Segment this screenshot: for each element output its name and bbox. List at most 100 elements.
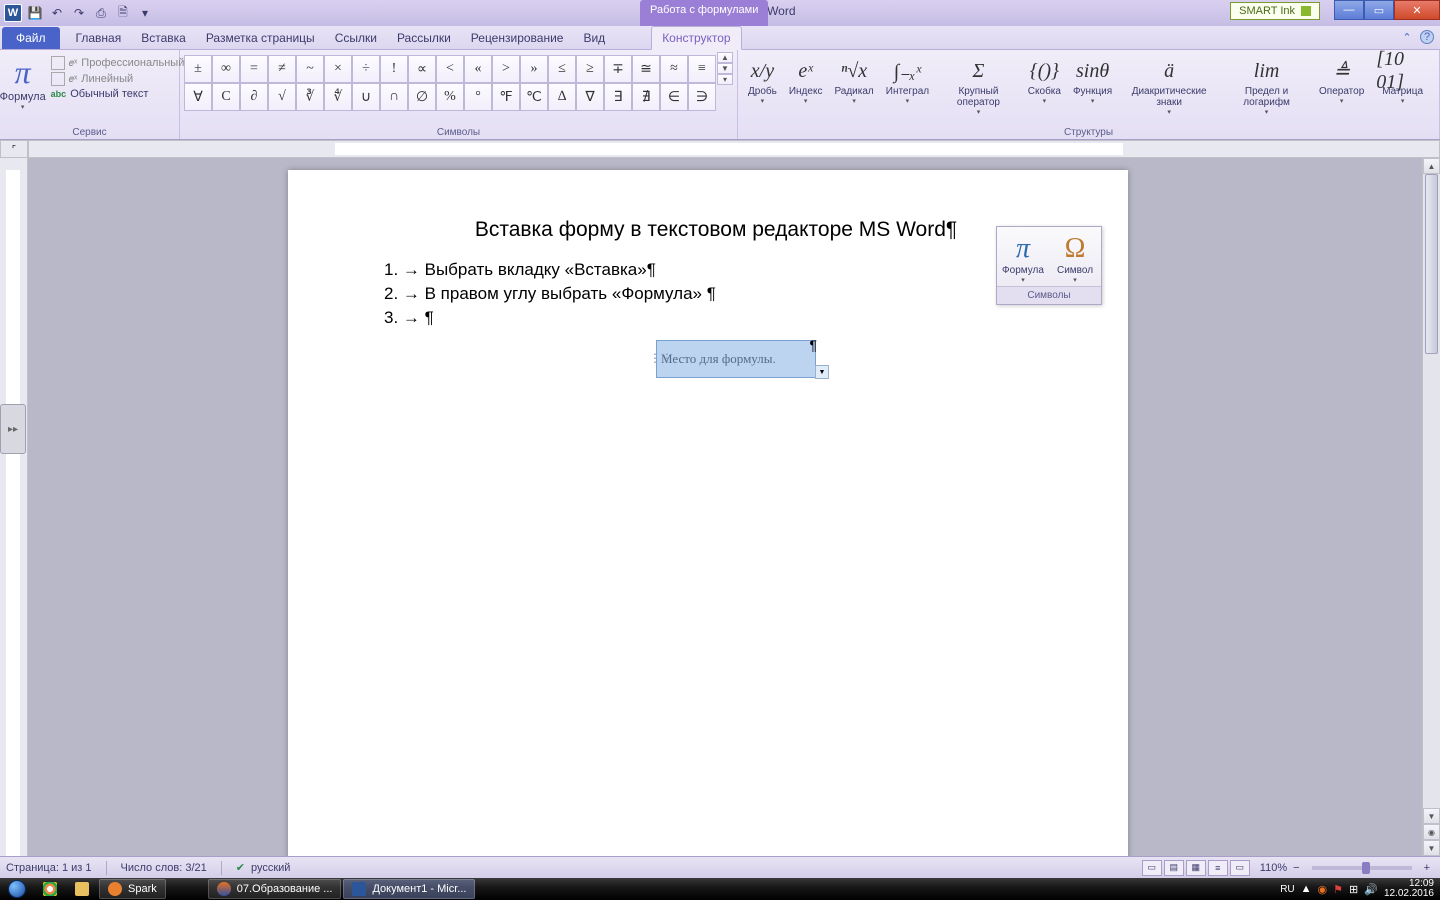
- tray-lang[interactable]: RU: [1280, 884, 1294, 895]
- redo-icon[interactable]: ↷: [70, 4, 88, 22]
- zoom-value[interactable]: 110%: [1260, 862, 1287, 874]
- symbol-cell[interactable]: ≈: [660, 55, 688, 83]
- symbol-cell[interactable]: ≥: [576, 55, 604, 83]
- structure-Матрица[interactable]: [10 01]Матрица▾: [1370, 54, 1435, 118]
- tab-mailings[interactable]: Рассылки: [387, 27, 461, 49]
- symbol-cell[interactable]: ∝: [408, 55, 436, 83]
- word-icon[interactable]: W: [4, 4, 22, 22]
- tray-flame-icon[interactable]: ◉: [1318, 883, 1328, 896]
- view-outline[interactable]: ≡: [1208, 860, 1228, 876]
- tab-insert[interactable]: Вставка: [131, 27, 196, 49]
- taskbar-explorer[interactable]: [67, 879, 97, 899]
- symbol-cell[interactable]: ≤: [548, 55, 576, 83]
- prev-page-icon[interactable]: ◉: [1423, 824, 1440, 840]
- symbol-cell[interactable]: ≠: [268, 55, 296, 83]
- tab-references[interactable]: Ссылки: [325, 27, 387, 49]
- structure-Предел и[interactable]: limПредел и логарифм▾: [1220, 54, 1313, 118]
- next-page-icon[interactable]: ▼: [1423, 840, 1440, 856]
- tray-network-icon[interactable]: ⊞: [1349, 883, 1358, 896]
- taskbar-chrome[interactable]: [35, 879, 65, 899]
- tab-design[interactable]: Конструктор: [651, 26, 741, 50]
- formula-button[interactable]: π Формула ▾: [0, 52, 51, 111]
- float-formula-button[interactable]: π Формула ▾: [997, 227, 1049, 286]
- symbol-cell[interactable]: ∀: [184, 83, 212, 111]
- symbol-cell[interactable]: ∞: [212, 55, 240, 83]
- symbol-cell[interactable]: =: [240, 55, 268, 83]
- tab-home[interactable]: Главная: [66, 27, 132, 49]
- symbol-cell[interactable]: ∋: [688, 83, 716, 111]
- minimize-ribbon-icon[interactable]: ⌃: [1400, 30, 1414, 44]
- symbol-cell[interactable]: С: [212, 83, 240, 111]
- view-full-screen[interactable]: ▤: [1164, 860, 1184, 876]
- symbol-cell[interactable]: ×: [324, 55, 352, 83]
- structure-Скобка[interactable]: {()}Скобка▾: [1022, 54, 1067, 118]
- start-button[interactable]: [0, 878, 34, 900]
- symbol-cell[interactable]: ∪: [352, 83, 380, 111]
- symbol-cell[interactable]: ≡: [688, 55, 716, 83]
- scroll-thumb[interactable]: [1425, 174, 1438, 354]
- tab-view[interactable]: Вид: [573, 27, 615, 49]
- symbol-cell[interactable]: °: [464, 83, 492, 111]
- smart-ink-badge[interactable]: SMART Ink: [1230, 2, 1320, 20]
- tray-clock[interactable]: 12:09 12.02.2016: [1384, 879, 1438, 899]
- equation-grip-icon[interactable]: ⋮⋮: [649, 351, 673, 365]
- symbol-cell[interactable]: ≅: [632, 55, 660, 83]
- symbols-scroll-up[interactable]: ▲: [717, 52, 733, 63]
- tray-up-icon[interactable]: ▲: [1301, 883, 1312, 895]
- structure-Диакритические[interactable]: äДиакритические знаки▾: [1118, 54, 1220, 118]
- zoom-in-button[interactable]: +: [1420, 862, 1434, 874]
- symbol-cell[interactable]: √: [268, 83, 296, 111]
- opt-professional[interactable]: 𝑒ˣПрофессиональный: [51, 56, 185, 70]
- symbol-cell[interactable]: »: [520, 55, 548, 83]
- scroll-down-icon[interactable]: ▼: [1423, 808, 1440, 824]
- file-tab[interactable]: Файл: [2, 27, 60, 49]
- undo-icon[interactable]: ↶: [48, 4, 66, 22]
- nav-expand-icon[interactable]: ▸▸: [0, 404, 26, 454]
- symbol-cell[interactable]: <: [436, 55, 464, 83]
- qat-extra2-icon[interactable]: 🗎: [114, 4, 132, 22]
- symbol-cell[interactable]: ÷: [352, 55, 380, 83]
- symbol-cell[interactable]: ∃: [604, 83, 632, 111]
- equation-placeholder[interactable]: ⋮⋮ Место для формулы. ¶ ▼: [656, 340, 816, 378]
- structure-Оператор[interactable]: ≜Оператор▾: [1313, 54, 1370, 118]
- document-viewport[interactable]: Вставка форму в текстовом редакторе MS W…: [28, 158, 1422, 856]
- opt-plain-text[interactable]: abcОбычный текст: [51, 88, 185, 100]
- qat-dropdown-icon[interactable]: ▾: [136, 4, 154, 22]
- close-button[interactable]: ✕: [1394, 0, 1440, 20]
- qat-extra-icon[interactable]: ⎙: [92, 4, 110, 22]
- zoom-out-button[interactable]: −: [1289, 862, 1303, 874]
- symbol-cell[interactable]: ∆: [548, 83, 576, 111]
- symbol-cell[interactable]: %: [436, 83, 464, 111]
- symbol-cell[interactable]: >: [492, 55, 520, 83]
- float-symbol-button[interactable]: Ω Символ ▾: [1049, 227, 1101, 286]
- maximize-button[interactable]: ▭: [1364, 0, 1394, 20]
- ruler-corner[interactable]: ⌜: [0, 140, 28, 158]
- vertical-scrollbar[interactable]: ▲ ▼ ◉ ▼: [1422, 158, 1440, 856]
- structure-Индекс[interactable]: eˣИндекс▾: [783, 54, 829, 118]
- symbol-cell[interactable]: «: [464, 55, 492, 83]
- symbol-cell[interactable]: ∂: [240, 83, 268, 111]
- view-print-layout[interactable]: ▭: [1142, 860, 1162, 876]
- view-web-layout[interactable]: ▦: [1186, 860, 1206, 876]
- structure-Крупный[interactable]: ΣКрупный оператор▾: [935, 54, 1022, 118]
- symbol-cell[interactable]: ∄: [632, 83, 660, 111]
- symbol-cell[interactable]: !: [380, 55, 408, 83]
- equation-options-dropdown[interactable]: ▼: [815, 365, 829, 379]
- symbol-cell[interactable]: ∜: [324, 83, 352, 111]
- taskbar-firefox[interactable]: 07.Образование ...: [208, 879, 342, 899]
- tray-volume-icon[interactable]: 🔊: [1364, 883, 1378, 896]
- tab-review[interactable]: Рецензирование: [461, 27, 574, 49]
- scroll-up-icon[interactable]: ▲: [1423, 158, 1440, 174]
- view-draft[interactable]: ▭: [1230, 860, 1250, 876]
- status-language[interactable]: ✔ русский: [236, 861, 291, 874]
- help-icon[interactable]: ?: [1420, 30, 1434, 44]
- document-page[interactable]: Вставка форму в текстовом редакторе MS W…: [288, 170, 1128, 856]
- symbols-expand[interactable]: ▾: [717, 74, 733, 85]
- symbol-cell[interactable]: ∈: [660, 83, 688, 111]
- symbol-cell[interactable]: ∇: [576, 83, 604, 111]
- symbol-cell[interactable]: ±: [184, 55, 212, 83]
- save-icon[interactable]: 💾: [26, 4, 44, 22]
- symbol-cell[interactable]: ∓: [604, 55, 632, 83]
- taskbar-word[interactable]: Документ1 - Micr...: [343, 879, 475, 899]
- structure-Дробь[interactable]: x/yДробь▾: [742, 54, 783, 118]
